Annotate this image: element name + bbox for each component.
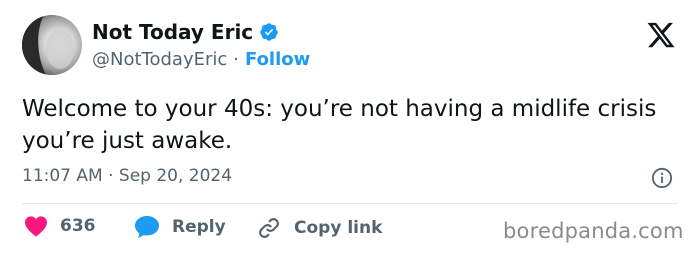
tweet-text: Welcome to your 40s: you’re not having a… [22,96,657,154]
reply-button[interactable]: Reply [134,215,226,239]
tweet-timestamp[interactable]: 11:07 AM · Sep 20, 2024 [22,166,232,186]
divider [22,203,678,204]
copy-link-label: Copy link [294,218,383,238]
watermark: boredpanda.com [503,219,684,243]
like-button[interactable]: 636 [24,215,96,237]
user-handle[interactable]: @NotTodayEric [92,49,227,70]
avatar[interactable] [22,15,82,75]
copy-link-button[interactable]: Copy link [256,215,382,241]
link-icon [259,218,279,238]
display-name[interactable]: Not Today Eric [92,20,253,44]
x-logo-icon[interactable] [646,22,676,50]
heart-icon [25,216,47,237]
separator: · [233,49,239,70]
reply-label: Reply [172,217,226,237]
follow-button[interactable]: Follow [245,49,310,70]
like-count: 636 [60,216,96,236]
avatar-photo [22,15,74,75]
info-icon[interactable] [651,167,673,189]
reply-bubble-icon [135,216,159,238]
verified-badge-icon [260,23,278,41]
